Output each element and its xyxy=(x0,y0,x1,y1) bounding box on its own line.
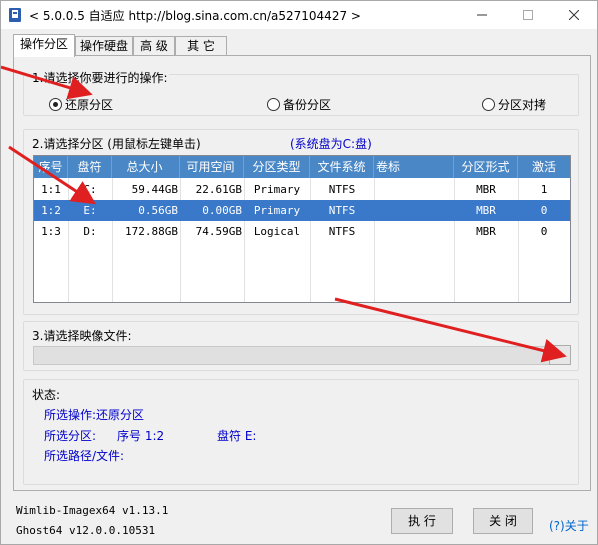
status-index-label: 序号 xyxy=(117,429,142,443)
status-group xyxy=(23,379,579,485)
radio-restore-dot[interactable] xyxy=(49,98,62,111)
table-row[interactable]: 1:1 C: 59.44GB 22.61GB Primary NTFS MBR … xyxy=(34,179,570,200)
partition-group-label: 2.请选择分区 (用鼠标左键单击) xyxy=(31,135,202,152)
app-icon xyxy=(9,8,21,22)
tab-operate-partition[interactable]: 操作分区 xyxy=(13,34,75,57)
cell-fs: NTFS xyxy=(328,204,356,217)
col-free-header[interactable]: 可用空间 xyxy=(180,156,244,178)
cell-style: MBR xyxy=(476,183,496,196)
status-operation: 所选操作:还原分区 xyxy=(44,406,144,423)
tab-operate-disk[interactable]: 操作硬盘 xyxy=(75,36,133,56)
cell-drive: D: xyxy=(83,225,97,238)
status-partition-drive: 盘符 E: xyxy=(217,427,256,444)
ghost-version: Ghost64 v12.0.0.10531 xyxy=(16,524,156,537)
system-disk-note: (系统盘为C:盘) xyxy=(289,135,373,152)
image-file-path[interactable] xyxy=(33,346,571,365)
cell-total: 59.44GB xyxy=(131,183,178,196)
cell-total: 0.56GB xyxy=(138,204,178,217)
col-style-header[interactable]: 分区形式 xyxy=(454,156,518,178)
status-path-label: 所选路径/文件: xyxy=(44,449,125,463)
col-total-header[interactable]: 总大小 xyxy=(112,156,180,178)
cell-fs: NTFS xyxy=(328,225,356,238)
col-drive-header[interactable]: 盘符 xyxy=(68,156,112,178)
cell-total: 172.88GB xyxy=(125,225,178,238)
cell-active: 0 xyxy=(540,204,548,217)
close-icon xyxy=(569,10,579,20)
cell-drive: C: xyxy=(83,183,97,196)
cell-active: 0 xyxy=(540,225,548,238)
cell-free: 22.61GB xyxy=(195,183,242,196)
main-window: < 5.0.0.5 自适应 http://blog.sina.com.cn/a5… xyxy=(0,0,598,545)
cell-volume xyxy=(374,200,454,221)
radio-copy-label: 分区对拷 xyxy=(498,98,547,112)
cell-volume xyxy=(374,179,454,200)
cell-style: MBR xyxy=(476,204,496,217)
status-label: 状态: xyxy=(31,386,62,403)
cell-active: 1 xyxy=(540,183,548,196)
radio-backup-dot[interactable] xyxy=(267,98,280,111)
cell-drive: E: xyxy=(83,204,97,217)
radio-backup[interactable]: 备份分区 xyxy=(267,96,331,113)
cell-index: 1:3 xyxy=(41,225,61,238)
execute-button[interactable]: 执 行 xyxy=(391,508,453,534)
cell-type: Logical xyxy=(253,225,301,238)
maximize-button[interactable] xyxy=(505,1,551,29)
cell-index: 1:1 xyxy=(41,183,61,196)
col-active-header[interactable]: 激活 xyxy=(518,156,570,178)
table-row[interactable]: 1:2 E: 0.56GB 0.00GB Primary NTFS MBR 0 xyxy=(34,200,570,221)
operation-group-label: 1.请选择你要进行的操作: xyxy=(31,69,169,86)
partition-table: 序号 盘符 总大小 可用空间 分区类型 文件系统 卷标 分区形式 激活 1:1 … xyxy=(33,155,571,303)
tab-advanced[interactable]: 高 级 xyxy=(133,36,175,56)
minimize-icon xyxy=(477,14,487,16)
tab-other[interactable]: 其 它 xyxy=(175,36,227,56)
status-operation-label: 所选操作: xyxy=(44,408,97,422)
title-bar[interactable]: < 5.0.0.5 自适应 http://blog.sina.com.cn/a5… xyxy=(1,1,597,29)
close-button[interactable]: 关 闭 xyxy=(473,508,533,534)
cell-free: 0.00GB xyxy=(202,204,242,217)
col-fs-header[interactable]: 文件系统 xyxy=(310,156,374,178)
cell-index: 1:2 xyxy=(41,204,61,217)
radio-restore[interactable]: 还原分区 xyxy=(49,96,113,113)
col-index-header[interactable]: 序号 xyxy=(34,156,68,178)
image-file-label: 3.请选择映像文件: xyxy=(31,327,133,344)
status-path: 所选路径/文件: xyxy=(44,447,124,464)
close-window-button[interactable] xyxy=(551,1,597,29)
table-header: 序号 盘符 总大小 可用空间 分区类型 文件系统 卷标 分区形式 激活 xyxy=(34,156,570,178)
cell-volume xyxy=(374,221,454,242)
status-index-value: 1:2 xyxy=(144,429,165,443)
status-drive-value: E: xyxy=(244,429,257,443)
cell-fs: NTFS xyxy=(328,183,356,196)
status-drive-label: 盘符 xyxy=(217,429,242,443)
radio-restore-label: 还原分区 xyxy=(65,98,114,112)
maximize-icon xyxy=(523,10,533,20)
browse-button[interactable] xyxy=(549,345,571,365)
cell-type: Primary xyxy=(253,183,301,196)
window-title: < 5.0.0.5 自适应 http://blog.sina.com.cn/a5… xyxy=(29,9,361,23)
cell-style: MBR xyxy=(476,225,496,238)
cell-free: 74.59GB xyxy=(195,225,242,238)
radio-copy-dot[interactable] xyxy=(482,98,495,111)
status-partition-label: 所选分区: xyxy=(44,429,97,443)
wimlib-version: Wimlib-Imagex64 v1.13.1 xyxy=(16,504,169,517)
status-partition-index: 序号 1:2 xyxy=(117,427,164,444)
status-partition: 所选分区: xyxy=(44,427,96,444)
col-volume-header[interactable]: 卷标 xyxy=(374,156,454,178)
radio-copy[interactable]: 分区对拷 xyxy=(482,96,546,113)
cell-type: Primary xyxy=(253,204,301,217)
minimize-button[interactable] xyxy=(459,1,505,29)
table-row[interactable]: 1:3 D: 172.88GB 74.59GB Logical NTFS MBR… xyxy=(34,221,570,242)
about-link[interactable]: (?)关于 xyxy=(549,517,589,534)
radio-backup-label: 备份分区 xyxy=(283,98,332,112)
col-type-header[interactable]: 分区类型 xyxy=(244,156,310,178)
status-operation-value: 还原分区 xyxy=(96,408,145,422)
